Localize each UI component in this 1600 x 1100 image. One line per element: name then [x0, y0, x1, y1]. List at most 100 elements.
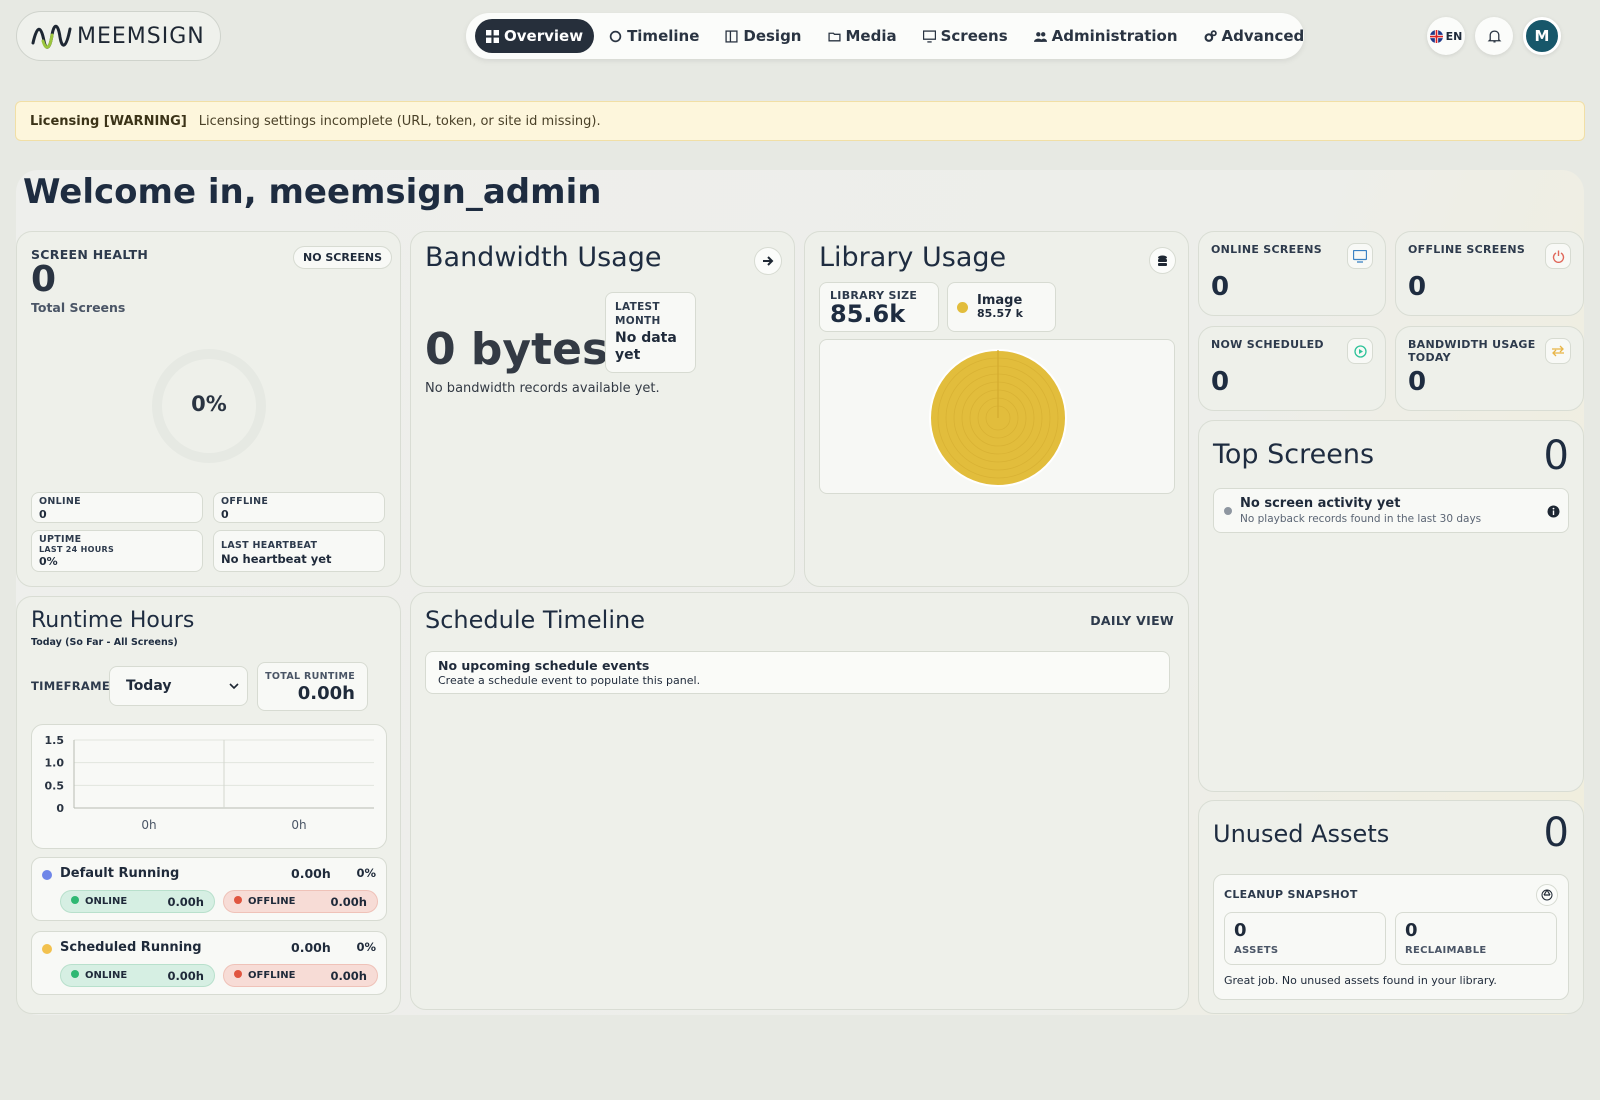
latest-month-value: No data yet	[615, 330, 677, 363]
nav-timeline-label: Timeline	[627, 27, 700, 45]
language-button[interactable]: EN	[1427, 17, 1465, 55]
assets-value: 0	[1234, 920, 1247, 941]
runtime-card: Runtime Hours Today (So Far - All Screen…	[16, 596, 401, 1014]
bandwidth-today-label: BANDWIDTH USAGE TODAY	[1408, 338, 1536, 364]
uptime-value: 0%	[39, 555, 58, 568]
nav-timeline[interactable]: Timeline	[598, 19, 710, 53]
unused-assets-title: Unused Assets	[1213, 820, 1390, 848]
scheduled-running-pct: 0%	[356, 940, 376, 954]
nav-design[interactable]: Design	[714, 19, 812, 53]
top-screens-empty-sub: No playback records found in the last 30…	[1240, 513, 1482, 525]
scheduled-online-label: ONLINE	[85, 970, 128, 981]
nav-administration[interactable]: Administration	[1023, 19, 1189, 53]
top-screens-title: Top Screens	[1213, 439, 1375, 470]
total-screens-label: Total Screens	[31, 300, 126, 315]
top-screens-card: Top Screens 0 No screen activity yet No …	[1198, 420, 1584, 792]
y-tick-label: 0	[56, 802, 64, 815]
offline-screens-label: OFFLINE SCREENS	[1408, 243, 1526, 256]
transfer-icon	[1552, 345, 1564, 357]
bandwidth-today-icon-box	[1545, 338, 1571, 364]
library-pie-chart	[929, 349, 1067, 487]
nav-media[interactable]: Media	[817, 19, 908, 53]
library-pie-panel	[819, 339, 1175, 494]
default-online-pill: ONLINE 0.00h	[60, 890, 215, 913]
grid-icon	[486, 29, 499, 43]
offline-label: OFFLINE	[221, 496, 269, 507]
runtime-chart-panel: 1.5 1.0 0.5 0 0h 0h	[31, 724, 387, 849]
bandwidth-card: Bandwidth Usage 0 bytes LATEST MONTH No …	[410, 231, 795, 587]
recycle-button[interactable]	[1536, 884, 1558, 906]
brand-logo[interactable]: MEEMSIGN	[16, 11, 221, 61]
reclaimable-value: 0	[1405, 920, 1418, 941]
library-size-value: 85.6k	[830, 300, 906, 328]
schedule-title: Schedule Timeline	[425, 606, 645, 634]
scheduled-offline-label: OFFLINE	[248, 970, 296, 981]
assets-stat: 0 ASSETS	[1224, 912, 1386, 965]
language-label: EN	[1445, 29, 1463, 43]
library-legend-chip: Image 85.57 k	[947, 282, 1056, 332]
brand-name: MEEMSIGN	[77, 23, 205, 49]
nav-screens-label: Screens	[940, 27, 1008, 45]
chevron-down-icon	[229, 682, 239, 689]
notifications-button[interactable]	[1475, 17, 1513, 55]
info-icon[interactable]	[1547, 505, 1560, 518]
image-legend-value: 85.57 k	[977, 307, 1023, 320]
uptime-chip: UPTIME LAST 24 HOURS 0%	[31, 530, 203, 572]
library-db-button[interactable]	[1149, 247, 1176, 274]
uk-flag-icon	[1429, 29, 1443, 43]
bandwidth-today-card: BANDWIDTH USAGE TODAY 0	[1395, 326, 1584, 411]
total-screens-count: 0	[31, 259, 57, 300]
schedule-empty: No upcoming schedule events Create a sch…	[425, 651, 1170, 694]
runtime-title: Runtime Hours	[31, 608, 195, 633]
now-scheduled-label: NOW SCHEDULED	[1211, 338, 1324, 351]
cleanup-snapshot-label: CLEANUP SNAPSHOT	[1224, 888, 1358, 901]
nav-overview[interactable]: Overview	[475, 19, 595, 53]
no-screens-badge: NO SCREENS	[293, 246, 393, 269]
library-title: Library Usage	[819, 242, 1007, 273]
welcome-heading: Welcome in, meemsign_admin	[23, 172, 602, 212]
nav-media-label: Media	[845, 27, 897, 45]
warning-message: Licensing settings incomplete (URL, toke…	[198, 113, 601, 129]
online-screens-card: ONLINE SCREENS 0	[1198, 231, 1386, 316]
uptime-sub: LAST 24 HOURS	[39, 545, 115, 554]
scheduled-running-name: Scheduled Running	[60, 940, 202, 955]
scheduled-running-row: Scheduled Running 0.00h 0% ONLINE 0.00h …	[31, 931, 387, 995]
bandwidth-today-value: 0	[1408, 367, 1427, 397]
daily-view-toggle[interactable]: DAILY VIEW	[1090, 613, 1174, 628]
nav-overview-label: Overview	[504, 27, 584, 45]
top-screens-count: 0	[1543, 433, 1569, 479]
offline-chip: OFFLINE 0	[213, 492, 385, 523]
cleanup-snapshot-panel: CLEANUP SNAPSHOT 0 ASSETS 0 RECLAIMABLE …	[1213, 874, 1569, 1000]
latest-month-chip: LATEST MONTH No data yet	[605, 292, 696, 373]
total-runtime-chip: TOTAL RUNTIME 0.00h	[257, 662, 368, 711]
bandwidth-open-button[interactable]	[754, 247, 782, 275]
scheduled-running-dot	[42, 944, 52, 954]
monitor-icon	[922, 29, 936, 43]
image-legend-dot	[957, 302, 968, 313]
default-offline-value: 0.00h	[330, 894, 367, 909]
columns-icon	[725, 29, 738, 43]
default-running-pct: 0%	[356, 866, 376, 880]
offline-screens-icon-box	[1545, 243, 1571, 269]
unused-assets-count: 0	[1543, 810, 1569, 856]
uptime-label: UPTIME	[39, 534, 82, 545]
online-chip: ONLINE 0	[31, 492, 203, 523]
assets-label: ASSETS	[1234, 945, 1279, 956]
timeframe-value: Today	[126, 678, 172, 694]
offline-value: 0	[221, 508, 229, 521]
timeframe-select[interactable]: Today	[109, 666, 248, 706]
nav-screens[interactable]: Screens	[912, 19, 1019, 53]
default-offline-pill: OFFLINE 0.00h	[223, 890, 378, 913]
user-avatar[interactable]: M	[1523, 17, 1561, 55]
library-card: Library Usage LIBRARY SIZE 85.6k Image 8…	[804, 231, 1189, 587]
avatar-initial: M	[1534, 27, 1550, 45]
nav-advanced[interactable]: Advanced	[1193, 19, 1316, 53]
y-tick-label: 1.0	[45, 757, 65, 770]
gears-icon	[1204, 29, 1217, 42]
offline-screens-card: OFFLINE SCREENS 0	[1395, 231, 1584, 316]
bandwidth-note: No bandwidth records available yet.	[425, 381, 660, 396]
heartbeat-value: No heartbeat yet	[221, 552, 332, 566]
library-size-chip: LIBRARY SIZE 85.6k	[819, 282, 939, 332]
empty-dot	[1224, 507, 1232, 515]
users-icon	[1033, 31, 1047, 42]
